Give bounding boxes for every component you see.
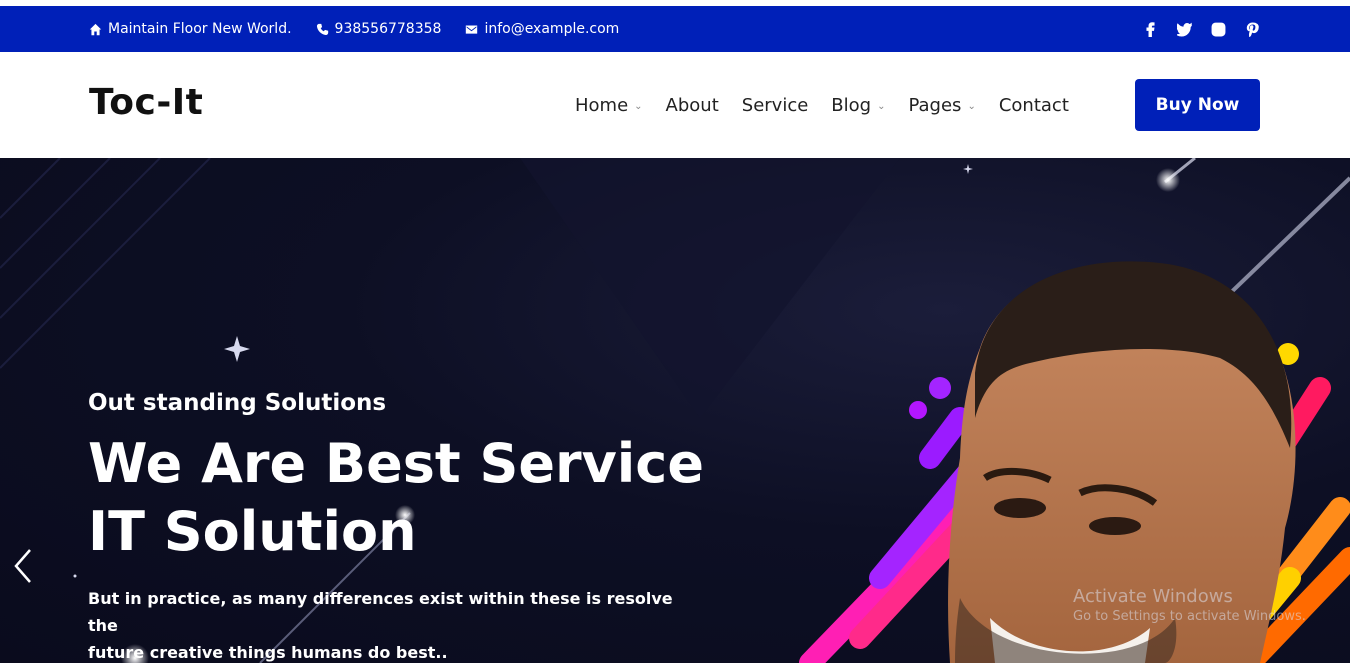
phone-item[interactable]: 938556778358 bbox=[316, 21, 442, 37]
hero-title-line: IT Solution bbox=[88, 500, 417, 563]
watermark-title: Activate Windows bbox=[1073, 586, 1233, 607]
email-text[interactable]: info@example.com bbox=[484, 21, 619, 37]
email-item[interactable]: info@example.com bbox=[465, 21, 619, 37]
address-item: Maintain Floor New World. bbox=[89, 21, 292, 37]
facebook-icon[interactable] bbox=[1142, 21, 1158, 37]
top-info-bar: Maintain Floor New World. 938556778358 i… bbox=[0, 6, 1350, 52]
hero-subtitle: Out standing Solutions bbox=[88, 390, 387, 416]
pinterest-icon[interactable] bbox=[1244, 21, 1260, 37]
hero-description-line: future creative things humans do best.. bbox=[88, 643, 448, 662]
contact-info: Maintain Floor New World. 938556778358 i… bbox=[89, 6, 643, 52]
phone-text[interactable]: 938556778358 bbox=[335, 21, 442, 37]
nav-item-blog[interactable]: Blog ⌄ bbox=[831, 95, 885, 116]
address-text: Maintain Floor New World. bbox=[108, 21, 292, 37]
nav-label[interactable]: Service bbox=[742, 95, 809, 116]
nav-label[interactable]: About bbox=[666, 95, 719, 116]
main-header: Toc-It Home ⌄ About Service Blog ⌄ Pages… bbox=[0, 52, 1350, 158]
nav-item-pages[interactable]: Pages ⌄ bbox=[908, 95, 975, 116]
watermark-subtitle: Go to Settings to activate Windows. bbox=[1073, 609, 1306, 624]
hero-title-line: We Are Best Service bbox=[88, 432, 704, 495]
hero-title: We Are Best Service IT Solution bbox=[88, 430, 788, 566]
phone-icon bbox=[316, 23, 328, 35]
chevron-down-icon: ⌄ bbox=[967, 100, 976, 112]
buy-now-button[interactable]: Buy Now bbox=[1135, 79, 1260, 131]
hero-description-line: But in practice, as many differences exi… bbox=[88, 589, 673, 635]
instagram-icon[interactable] bbox=[1210, 21, 1226, 37]
hero-description: But in practice, as many differences exi… bbox=[88, 585, 708, 663]
main-nav: Home ⌄ About Service Blog ⌄ Pages ⌄ Cont… bbox=[575, 52, 1092, 158]
mail-icon bbox=[466, 24, 478, 34]
nav-item-service[interactable]: Service bbox=[742, 95, 809, 116]
nav-item-home[interactable]: Home ⌄ bbox=[575, 95, 643, 116]
chevron-down-icon: ⌄ bbox=[634, 100, 643, 112]
site-logo[interactable]: Toc-It bbox=[89, 82, 203, 123]
nav-label[interactable]: Pages bbox=[908, 95, 961, 116]
nav-label[interactable]: Blog bbox=[831, 95, 871, 116]
nav-label[interactable]: Contact bbox=[999, 95, 1069, 116]
hero-slider: Out standing Solutions We Are Best Servi… bbox=[0, 158, 1350, 663]
chevron-left-icon[interactable] bbox=[10, 546, 38, 586]
chevron-down-icon: ⌄ bbox=[877, 100, 886, 112]
twitter-icon[interactable] bbox=[1176, 21, 1192, 37]
windows-activation-watermark: Activate Windows Go to Settings to activ… bbox=[1073, 586, 1306, 624]
nav-item-about[interactable]: About bbox=[666, 95, 719, 116]
social-links bbox=[1124, 6, 1260, 52]
nav-label[interactable]: Home bbox=[575, 95, 628, 116]
home-icon bbox=[89, 23, 102, 35]
nav-item-contact[interactable]: Contact bbox=[999, 95, 1069, 116]
